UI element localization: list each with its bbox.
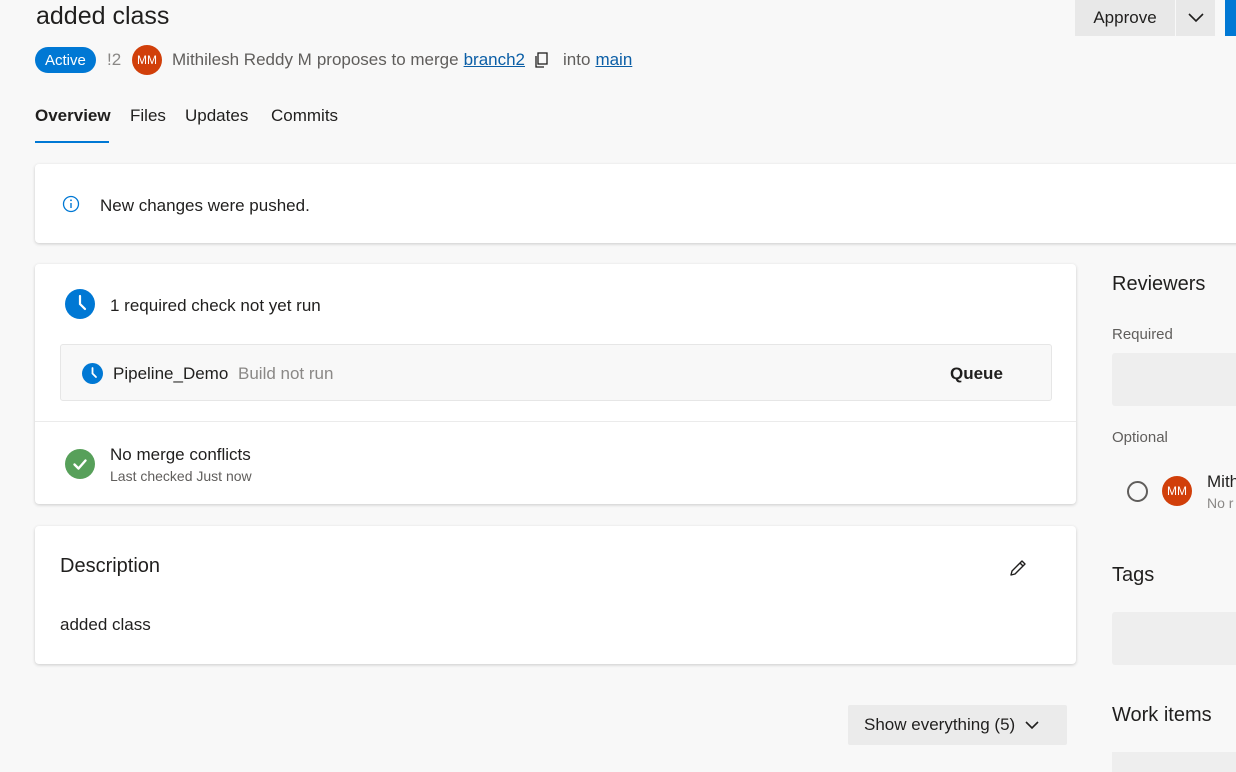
merge-status-subtitle: Last checked Just now xyxy=(110,468,252,484)
notice-text: New changes were pushed. xyxy=(100,196,310,215)
target-branch-link[interactable]: main xyxy=(595,50,632,70)
tab-commits[interactable]: Commits xyxy=(271,106,338,126)
reviewer-avatar[interactable]: MM xyxy=(1162,476,1192,506)
into-text: into xyxy=(563,50,591,69)
description-card xyxy=(35,526,1076,664)
divider xyxy=(35,421,1076,422)
reviewer-name: Mithi xyxy=(1207,472,1236,491)
checkmark-icon xyxy=(65,449,95,479)
work-items-box[interactable] xyxy=(1112,752,1236,772)
proposes-text: proposes to merge xyxy=(316,50,459,69)
complete-button[interactable] xyxy=(1225,0,1236,36)
merge-description: Mithilesh Reddy M proposes to merge bran… xyxy=(172,50,632,70)
reviewers-title: Reviewers xyxy=(1112,273,1206,295)
approve-options-button[interactable] xyxy=(1176,0,1215,36)
checks-summary: 1 required check not yet run xyxy=(110,296,321,315)
chevron-down-icon xyxy=(1025,720,1039,730)
pr-id: !2 xyxy=(107,50,122,69)
tab-overview[interactable]: Overview xyxy=(35,106,111,126)
page-title: added class xyxy=(36,2,170,30)
queue-button[interactable]: Queue xyxy=(950,364,1003,384)
optional-label: Optional xyxy=(1112,429,1168,446)
author-name: Mithilesh Reddy M xyxy=(172,50,312,69)
description-body: added class xyxy=(60,615,151,634)
info-icon xyxy=(62,195,80,213)
show-everything-label: Show everything (5) xyxy=(864,715,1016,734)
merge-status-title: No merge conflicts xyxy=(110,445,251,464)
source-branch-link[interactable]: branch2 xyxy=(464,50,525,70)
active-tab-indicator xyxy=(35,141,109,143)
work-items-title: Work items xyxy=(1112,704,1212,726)
tab-updates[interactable]: Updates xyxy=(185,106,248,126)
tags-box[interactable] xyxy=(1112,612,1236,665)
pipeline-name[interactable]: Pipeline_Demo xyxy=(113,364,228,384)
approve-button[interactable]: Approve xyxy=(1075,0,1175,36)
reviewer-vote-radio[interactable] xyxy=(1127,481,1148,502)
show-everything-button[interactable]: Show everything (5) xyxy=(848,705,1067,745)
required-label: Required xyxy=(1112,326,1173,343)
tab-files[interactable]: Files xyxy=(130,106,166,126)
copy-icon[interactable] xyxy=(534,52,548,68)
pencil-icon[interactable] xyxy=(1008,558,1028,578)
clock-icon xyxy=(82,363,103,384)
clock-icon xyxy=(65,289,95,319)
description-title: Description xyxy=(60,555,161,577)
pipeline-status: Build not run xyxy=(238,364,334,383)
status-badge: Active xyxy=(35,47,96,73)
author-avatar[interactable]: MM xyxy=(132,45,162,75)
chevron-down-icon xyxy=(1187,13,1204,23)
tags-title: Tags xyxy=(1112,564,1155,586)
reviewer-vote: No r xyxy=(1207,495,1234,511)
required-reviewers-box[interactable] xyxy=(1112,353,1236,406)
